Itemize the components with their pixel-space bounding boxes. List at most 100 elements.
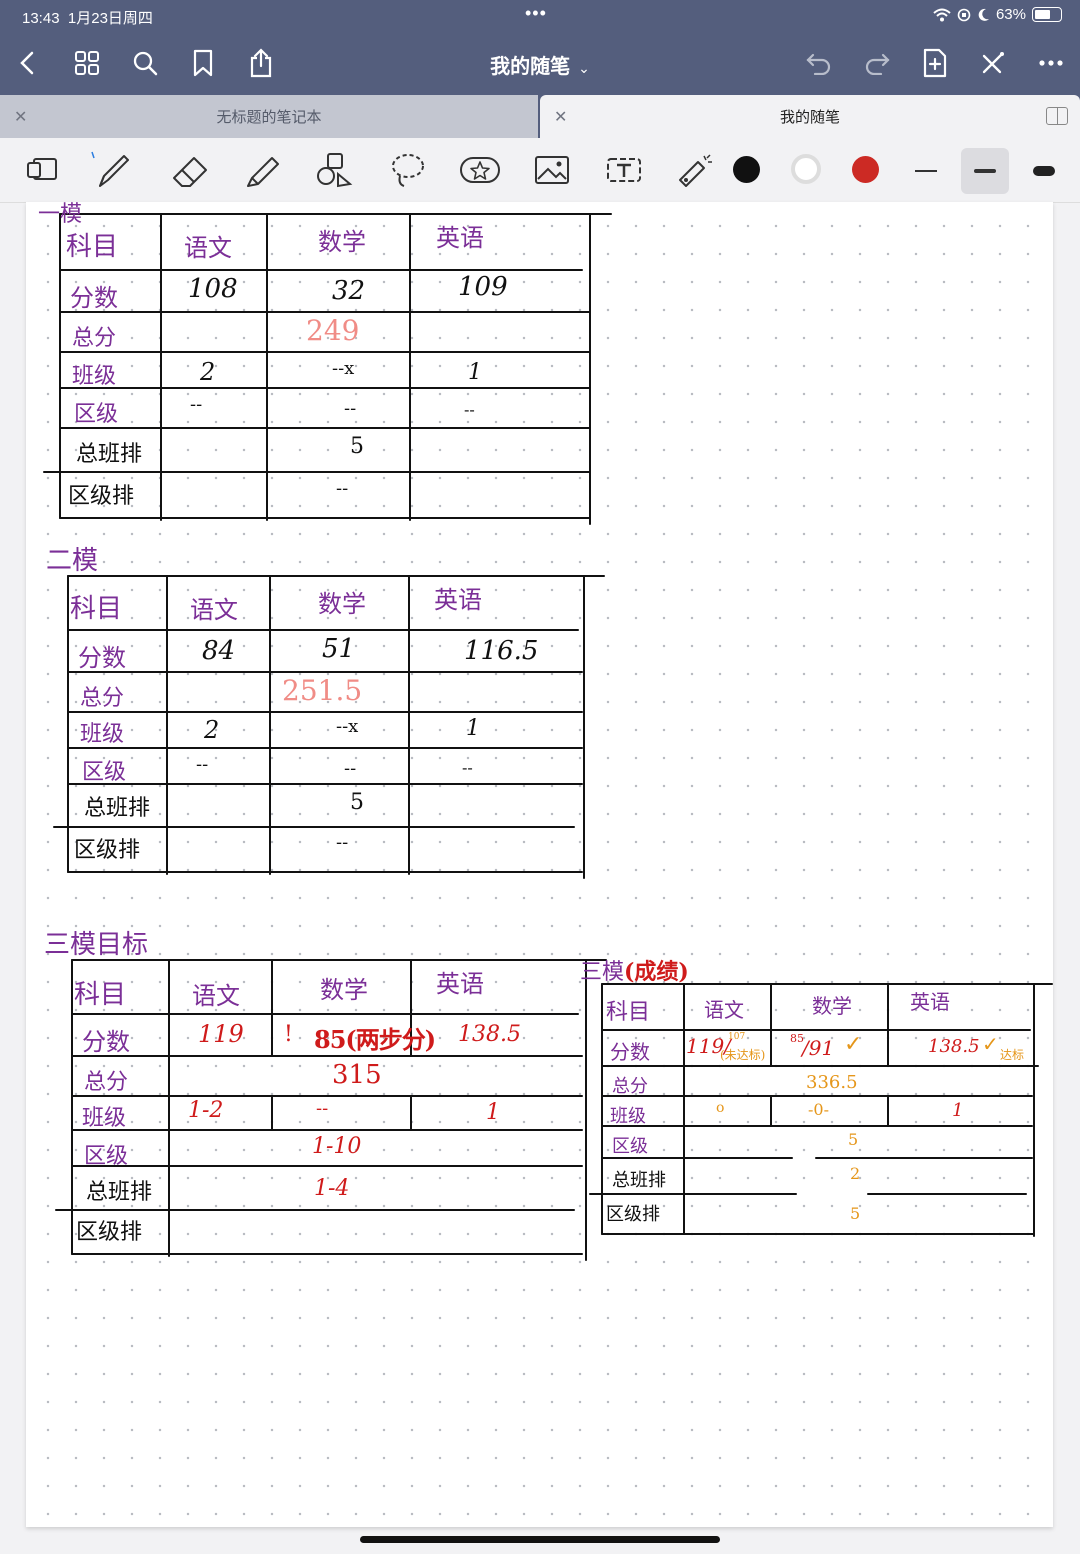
t1-col-math: 数学: [318, 228, 366, 256]
t3-score-math-mark: !: [284, 1022, 293, 1047]
t2-score-chinese: 84: [202, 636, 236, 666]
laser-pointer-icon[interactable]: [672, 150, 716, 190]
t4-total: 336.5: [806, 1072, 858, 1093]
t4-score-english-check: ✓: [982, 1032, 999, 1056]
close-tab-icon[interactable]: ✕: [14, 107, 27, 127]
t1-col-subject: 科目: [66, 232, 119, 262]
t1-class-chinese: 2: [200, 358, 216, 386]
add-page-icon[interactable]: [918, 46, 952, 80]
t1-row-class: 班级: [72, 364, 117, 389]
color-black[interactable]: [733, 156, 760, 183]
t4-class-chinese: o: [716, 1100, 725, 1116]
t3-total: 315: [332, 1060, 382, 1090]
t2-class-math: --x: [336, 716, 359, 737]
t4-district: 5: [848, 1130, 859, 1149]
t2-district-chinese: --: [196, 754, 209, 775]
t4-score-chinese-note: (未达标): [720, 1048, 766, 1062]
t3-row-district-rank: 区级排: [76, 1220, 143, 1245]
tab-untitled-notebook[interactable]: ✕ 无标题的笔记本: [0, 95, 538, 138]
t4-row-district: 区级: [612, 1136, 648, 1157]
close-edit-icon[interactable]: [976, 46, 1010, 80]
t1-row-district: 区级: [74, 402, 119, 427]
t4-score-math: /91: [802, 1036, 835, 1060]
t4-class-math: -0-: [808, 1100, 829, 1119]
t1-class-english: 1: [468, 360, 482, 385]
image-icon[interactable]: [530, 150, 574, 190]
t4-district-rank: 5: [850, 1204, 861, 1223]
t4-row-total: 总分: [612, 1076, 648, 1097]
t2-heading: 二模: [46, 546, 99, 576]
text-icon[interactable]: [602, 150, 646, 190]
home-indicator[interactable]: [360, 1536, 720, 1543]
document-title[interactable]: 我的随笔 ⌄: [440, 50, 640, 79]
search-icon[interactable]: [128, 46, 162, 80]
back-icon[interactable]: [10, 46, 44, 80]
t4-heading: 三模(成绩): [580, 954, 689, 986]
sticker-icon[interactable]: [458, 150, 502, 190]
tab-my-notes[interactable]: ✕ 我的随笔: [540, 95, 1080, 138]
t3-class-math: --: [316, 1098, 329, 1119]
app-header: 13:43 1月23日周四 ••• 63% 我的随笔 ⌄: [0, 0, 1080, 95]
t4-row-score: 分数: [610, 1040, 650, 1064]
note-page[interactable]: 一模 科目 语文 数学 英语 分数 108 32 109 总分 249 班级 2…: [26, 202, 1053, 1527]
t2-row-total-class-rank: 总班排: [84, 796, 151, 821]
more-options-icon[interactable]: [1034, 46, 1068, 80]
redo-icon[interactable]: [860, 46, 894, 80]
tab-label: 无标题的笔记本: [216, 109, 322, 126]
split-view-icon[interactable]: [1046, 107, 1068, 125]
t3-row-district: 区级: [84, 1144, 129, 1169]
undo-icon[interactable]: [802, 46, 836, 80]
t2-row-class: 班级: [80, 722, 125, 747]
t2-district-english: --: [462, 758, 473, 777]
close-tab-icon[interactable]: ✕: [554, 107, 567, 127]
t1-total: 249: [306, 314, 360, 347]
tab-label: 我的随笔: [779, 109, 840, 126]
stroke-thin[interactable]: [902, 148, 950, 194]
t4-score-english-note: 达标: [1000, 1048, 1025, 1062]
t4-score-math-check: ✓: [844, 1032, 863, 1057]
t3-col-english: 英语: [436, 970, 484, 998]
t1-district-math: --: [344, 398, 357, 419]
stroke-medium[interactable]: [961, 148, 1009, 194]
t2-row-total: 总分: [80, 686, 125, 711]
t3-row-total-class-rank: 总班排: [86, 1180, 153, 1205]
t4-score-chinese-small: 107: [728, 1032, 746, 1042]
t1-score-chinese: 108: [188, 274, 238, 304]
t3-heading: 三模目标: [44, 930, 149, 960]
t2-score-english: 116.5: [464, 636, 539, 666]
color-white[interactable]: [791, 154, 821, 184]
t2-col-english: 英语: [434, 586, 482, 614]
pen-icon[interactable]: [90, 150, 134, 190]
battery-icon: [1032, 7, 1062, 22]
grid-view-icon[interactable]: [70, 46, 104, 80]
eraser-icon[interactable]: [168, 150, 212, 190]
color-red[interactable]: [852, 156, 879, 183]
battery-fill: [1035, 10, 1051, 19]
share-icon[interactable]: [244, 46, 278, 80]
shapes-icon[interactable]: [312, 150, 356, 190]
bookmark-icon[interactable]: [186, 46, 220, 80]
t3-row-total: 总分: [84, 1070, 129, 1095]
t4-total-class-rank: 2: [850, 1164, 861, 1183]
t3-col-chinese: 语文: [192, 982, 240, 1010]
page-layout-icon[interactable]: [20, 150, 64, 190]
t1-heading: 一模: [38, 202, 83, 227]
highlighter-icon[interactable]: [240, 150, 284, 190]
t1-class-math: --x: [332, 358, 355, 379]
t4-row-total-class-rank: 总班排: [612, 1170, 666, 1191]
table-lines: [43, 213, 1053, 1261]
t2-row-district-rank: 区级排: [74, 838, 141, 863]
t1-district-english: --: [464, 400, 475, 419]
t2-col-math: 数学: [318, 590, 366, 618]
t2-total: 251.5: [282, 674, 363, 707]
t4-col-math: 数学: [812, 994, 852, 1018]
orientation-lock-icon: [957, 8, 971, 21]
t2-district-rank: --: [336, 832, 349, 853]
t4-col-subject: 科目: [606, 1000, 651, 1025]
t4-score-english: 138.5: [928, 1036, 980, 1057]
t1-row-district-rank: 区级排: [68, 484, 135, 509]
multitasking-dots-icon[interactable]: •••: [525, 3, 547, 24]
lasso-icon[interactable]: [386, 150, 430, 190]
stroke-thick[interactable]: [1020, 148, 1068, 194]
t3-class-english: 1: [486, 1100, 500, 1125]
